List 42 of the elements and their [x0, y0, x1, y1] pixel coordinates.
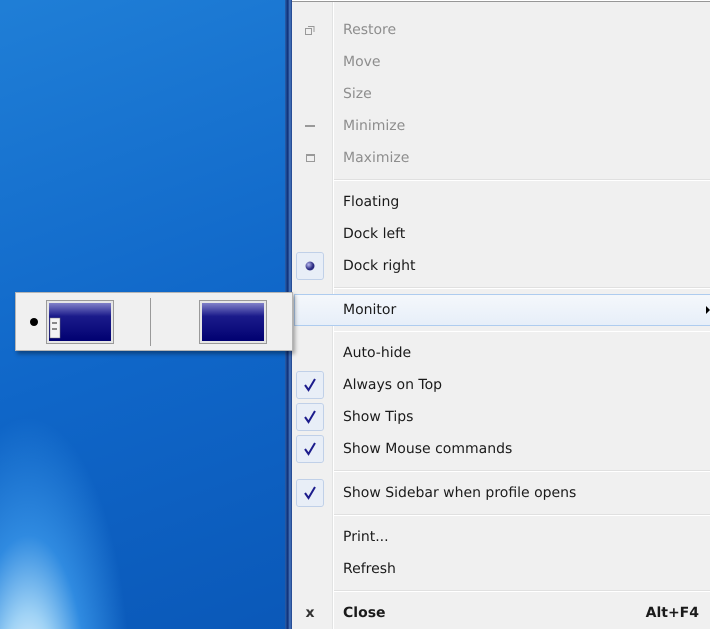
- menu-item-label: Close: [343, 604, 387, 621]
- menu-item[interactable]: Refresh: [294, 553, 710, 586]
- menu-item[interactable]: Show Sidebar when profile opens: [294, 477, 710, 510]
- menu-item-label: Maximize: [343, 150, 410, 166]
- menu-item-label: Always on Top: [343, 377, 444, 394]
- menu-item-label: Print...: [343, 529, 390, 546]
- menu-item-label: Minimize: [343, 118, 406, 134]
- close-glyph: x: [305, 604, 315, 621]
- menu-item-label: Show Mouse commands: [343, 441, 514, 458]
- radio-dot-icon: [305, 260, 315, 271]
- menu-item-label: Dock right: [343, 258, 416, 274]
- menu-item-label: Dock left: [343, 226, 406, 242]
- menu-item-label: Auto-hide: [343, 345, 412, 362]
- minimize-icon: [305, 124, 315, 128]
- menu-item-label: Show Sidebar when profile opens: [343, 485, 578, 502]
- menu-item[interactable]: Show Mouse commands: [294, 433, 710, 466]
- menu-item[interactable]: Dock left: [294, 218, 710, 250]
- menu-item-label: Monitor: [343, 302, 398, 318]
- menu-item[interactable]: x Close Alt+F4: [294, 596, 710, 629]
- maximize-icon: [306, 154, 314, 162]
- menu-item-label: Move: [343, 54, 382, 70]
- checkmark-icon: [304, 442, 316, 456]
- shortcut-label: Alt+F4: [646, 604, 699, 621]
- menu-item[interactable]: Auto-hide: [294, 337, 710, 370]
- monitor-option[interactable]: [30, 300, 114, 344]
- menu-item[interactable]: Floating: [294, 186, 710, 218]
- menu-item[interactable]: Dock right: [294, 250, 710, 282]
- checkmark-icon: [304, 378, 316, 392]
- submenu-arrow-icon: [706, 306, 710, 314]
- menu-item-label: Floating: [343, 194, 400, 210]
- menu-item-label: Show Tips: [343, 409, 414, 426]
- menu-item-label: Size: [343, 86, 373, 102]
- menu-item[interactable]: Show Tips: [294, 401, 710, 434]
- menu-item[interactable]: Print...: [294, 521, 710, 554]
- menu-item[interactable]: Monitor: [294, 294, 710, 326]
- menu-item-label: Refresh: [343, 561, 397, 578]
- restore-icon: [305, 25, 315, 35]
- checkmark-icon: [304, 486, 316, 500]
- menu-item-label: Restore: [343, 22, 398, 38]
- checkmark-icon: [304, 410, 316, 424]
- menu-item[interactable]: Always on Top: [294, 369, 710, 402]
- bullet-icon: [30, 318, 38, 326]
